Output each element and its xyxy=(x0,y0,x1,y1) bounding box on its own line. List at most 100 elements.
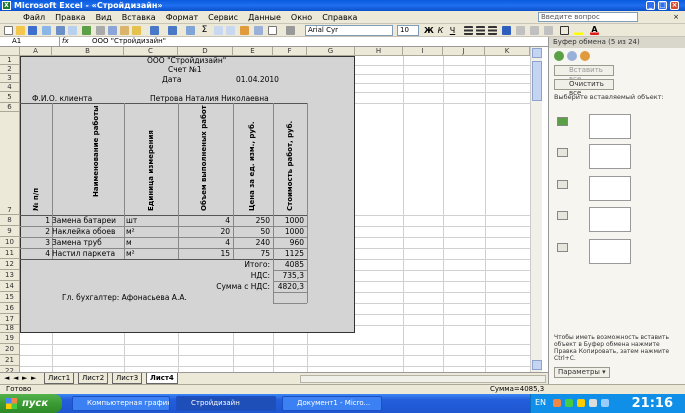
align-left-icon[interactable] xyxy=(464,26,473,35)
cut-icon[interactable] xyxy=(96,26,105,35)
close-button[interactable]: × xyxy=(670,1,679,10)
forward-icon[interactable] xyxy=(567,51,577,61)
clock[interactable]: 21:16 xyxy=(632,394,673,413)
zoom-icon[interactable] xyxy=(268,26,277,35)
increase-indent-icon[interactable] xyxy=(544,26,553,35)
row-header-10[interactable]: 10 xyxy=(0,237,20,248)
menu-file[interactable]: Файл xyxy=(18,11,50,24)
row-header-1[interactable]: 1 xyxy=(0,56,20,65)
menu-format[interactable]: Формат xyxy=(161,11,203,24)
menu-edit[interactable]: Правка xyxy=(50,11,90,24)
sheet-tab-4[interactable]: Лист4 xyxy=(146,373,178,384)
mdi-close-button[interactable]: × xyxy=(672,13,680,21)
align-center-icon[interactable] xyxy=(476,26,485,35)
col-header-k[interactable]: K xyxy=(485,47,530,56)
sheet-tab-2[interactable]: Лист2 xyxy=(78,373,109,384)
tab-prev-arrow[interactable]: ◄ xyxy=(13,374,18,382)
select-all-corner[interactable] xyxy=(0,47,20,56)
new-icon[interactable] xyxy=(4,26,13,35)
undo-icon[interactable] xyxy=(150,26,159,35)
save-icon[interactable] xyxy=(28,26,37,35)
sheet-tab-3[interactable]: Лист3 xyxy=(112,373,143,384)
row-header-16[interactable]: 16 xyxy=(0,303,20,314)
row-header-19[interactable]: 19 xyxy=(0,333,20,344)
sheet-tab-1[interactable]: Лист1 xyxy=(44,373,75,384)
row-header-21[interactable]: 21 xyxy=(0,355,20,366)
row-header-12[interactable]: 12 xyxy=(0,259,20,270)
row-header-15[interactable]: 15 xyxy=(0,292,20,303)
volume-icon[interactable] xyxy=(589,399,597,407)
clear-all-button[interactable]: Очистить все xyxy=(554,79,614,97)
name-box[interactable]: A1 xyxy=(0,37,60,47)
row-header-9[interactable]: 9 xyxy=(0,226,20,237)
col-header-g[interactable]: G xyxy=(307,47,355,56)
tab-next-arrow[interactable]: ► xyxy=(22,374,27,382)
sort-asc-icon[interactable] xyxy=(214,26,223,35)
row-header-6[interactable]: 6 xyxy=(0,103,20,112)
menu-data[interactable]: Данные xyxy=(243,11,286,24)
italic-icon[interactable]: К xyxy=(436,26,445,35)
tab-first-arrow[interactable]: ◄ xyxy=(4,374,9,382)
redo-icon[interactable] xyxy=(168,26,177,35)
font-size-select[interactable]: 10 xyxy=(397,25,419,36)
autosum-icon[interactable]: Σ xyxy=(200,26,209,35)
font-color-icon[interactable]: A xyxy=(590,26,599,35)
row-header-8[interactable]: 8 xyxy=(0,215,20,226)
task-pane-title[interactable]: Буфер обмена (5 из 24) xyxy=(549,37,685,48)
tray-icon-2[interactable] xyxy=(565,399,573,407)
preview-icon[interactable] xyxy=(68,26,77,35)
col-header-i[interactable]: I xyxy=(403,47,443,56)
drawing-icon[interactable] xyxy=(254,26,263,35)
maximize-button[interactable]: □ xyxy=(658,1,667,10)
borders-icon[interactable] xyxy=(560,26,569,35)
col-header-b[interactable]: B xyxy=(52,47,124,56)
col-header-f[interactable]: F xyxy=(273,47,307,56)
scroll-up-arrow[interactable] xyxy=(532,48,542,58)
row-header-13[interactable]: 13 xyxy=(0,270,20,281)
menu-insert[interactable]: Вставка xyxy=(117,11,161,24)
menu-window[interactable]: Окно xyxy=(286,11,317,24)
underline-icon[interactable]: Ч xyxy=(448,26,457,35)
format-painter-icon[interactable] xyxy=(132,26,141,35)
row-header-4[interactable]: 4 xyxy=(0,83,20,92)
font-name-select[interactable]: Arial Cyr xyxy=(305,25,393,36)
vertical-scrollbar[interactable] xyxy=(530,47,542,372)
row-header-3[interactable]: 3 xyxy=(0,74,20,83)
tray-icon-3[interactable] xyxy=(577,399,585,407)
scroll-thumb[interactable] xyxy=(532,61,542,101)
bold-icon[interactable]: Ж xyxy=(424,26,434,35)
hyperlink-icon[interactable] xyxy=(186,26,195,35)
copy-icon[interactable] xyxy=(108,26,117,35)
col-header-e[interactable]: E xyxy=(233,47,273,56)
col-header-c[interactable]: C xyxy=(124,47,178,56)
taskbar-item-3[interactable]: Документ1 - Micro... xyxy=(282,396,382,411)
menu-help[interactable]: Справка xyxy=(317,11,362,24)
col-header-d[interactable]: D xyxy=(178,47,233,56)
fx-icon[interactable]: fx xyxy=(62,37,69,46)
menu-tools[interactable]: Сервис xyxy=(203,11,243,24)
spreadsheet-grid[interactable]: A B C D E F G H I J K 1 2 3 4 5 6 7 8 9 … xyxy=(0,47,548,372)
taskbar-item-1[interactable]: Компьютерная графика xyxy=(72,396,170,411)
menu-view[interactable]: Вид xyxy=(91,11,117,24)
minimize-button[interactable]: _ xyxy=(646,1,655,10)
row-header-14[interactable]: 14 xyxy=(0,281,20,292)
row-header-7[interactable]: 7 xyxy=(0,112,20,215)
help-icon[interactable] xyxy=(286,26,295,35)
align-right-icon[interactable] xyxy=(488,26,497,35)
print-icon[interactable] xyxy=(56,26,65,35)
row-header-18[interactable]: 18 xyxy=(0,325,20,333)
row-header-2[interactable]: 2 xyxy=(0,65,20,74)
taskbar-item-2[interactable]: Стройдизайн xyxy=(176,396,276,411)
col-header-j[interactable]: J xyxy=(443,47,485,56)
back-icon[interactable] xyxy=(554,51,564,61)
paste-icon[interactable] xyxy=(120,26,129,35)
tray-icon-1[interactable] xyxy=(553,399,561,407)
scroll-down-arrow[interactable] xyxy=(532,360,542,370)
home-icon[interactable] xyxy=(580,51,590,61)
spelling-icon[interactable] xyxy=(82,26,91,35)
start-button[interactable]: пуск xyxy=(0,394,62,413)
col-header-a[interactable]: A xyxy=(20,47,52,56)
network-icon[interactable] xyxy=(601,399,609,407)
percent-icon[interactable] xyxy=(516,26,525,35)
horizontal-scrollbar[interactable] xyxy=(300,375,546,383)
